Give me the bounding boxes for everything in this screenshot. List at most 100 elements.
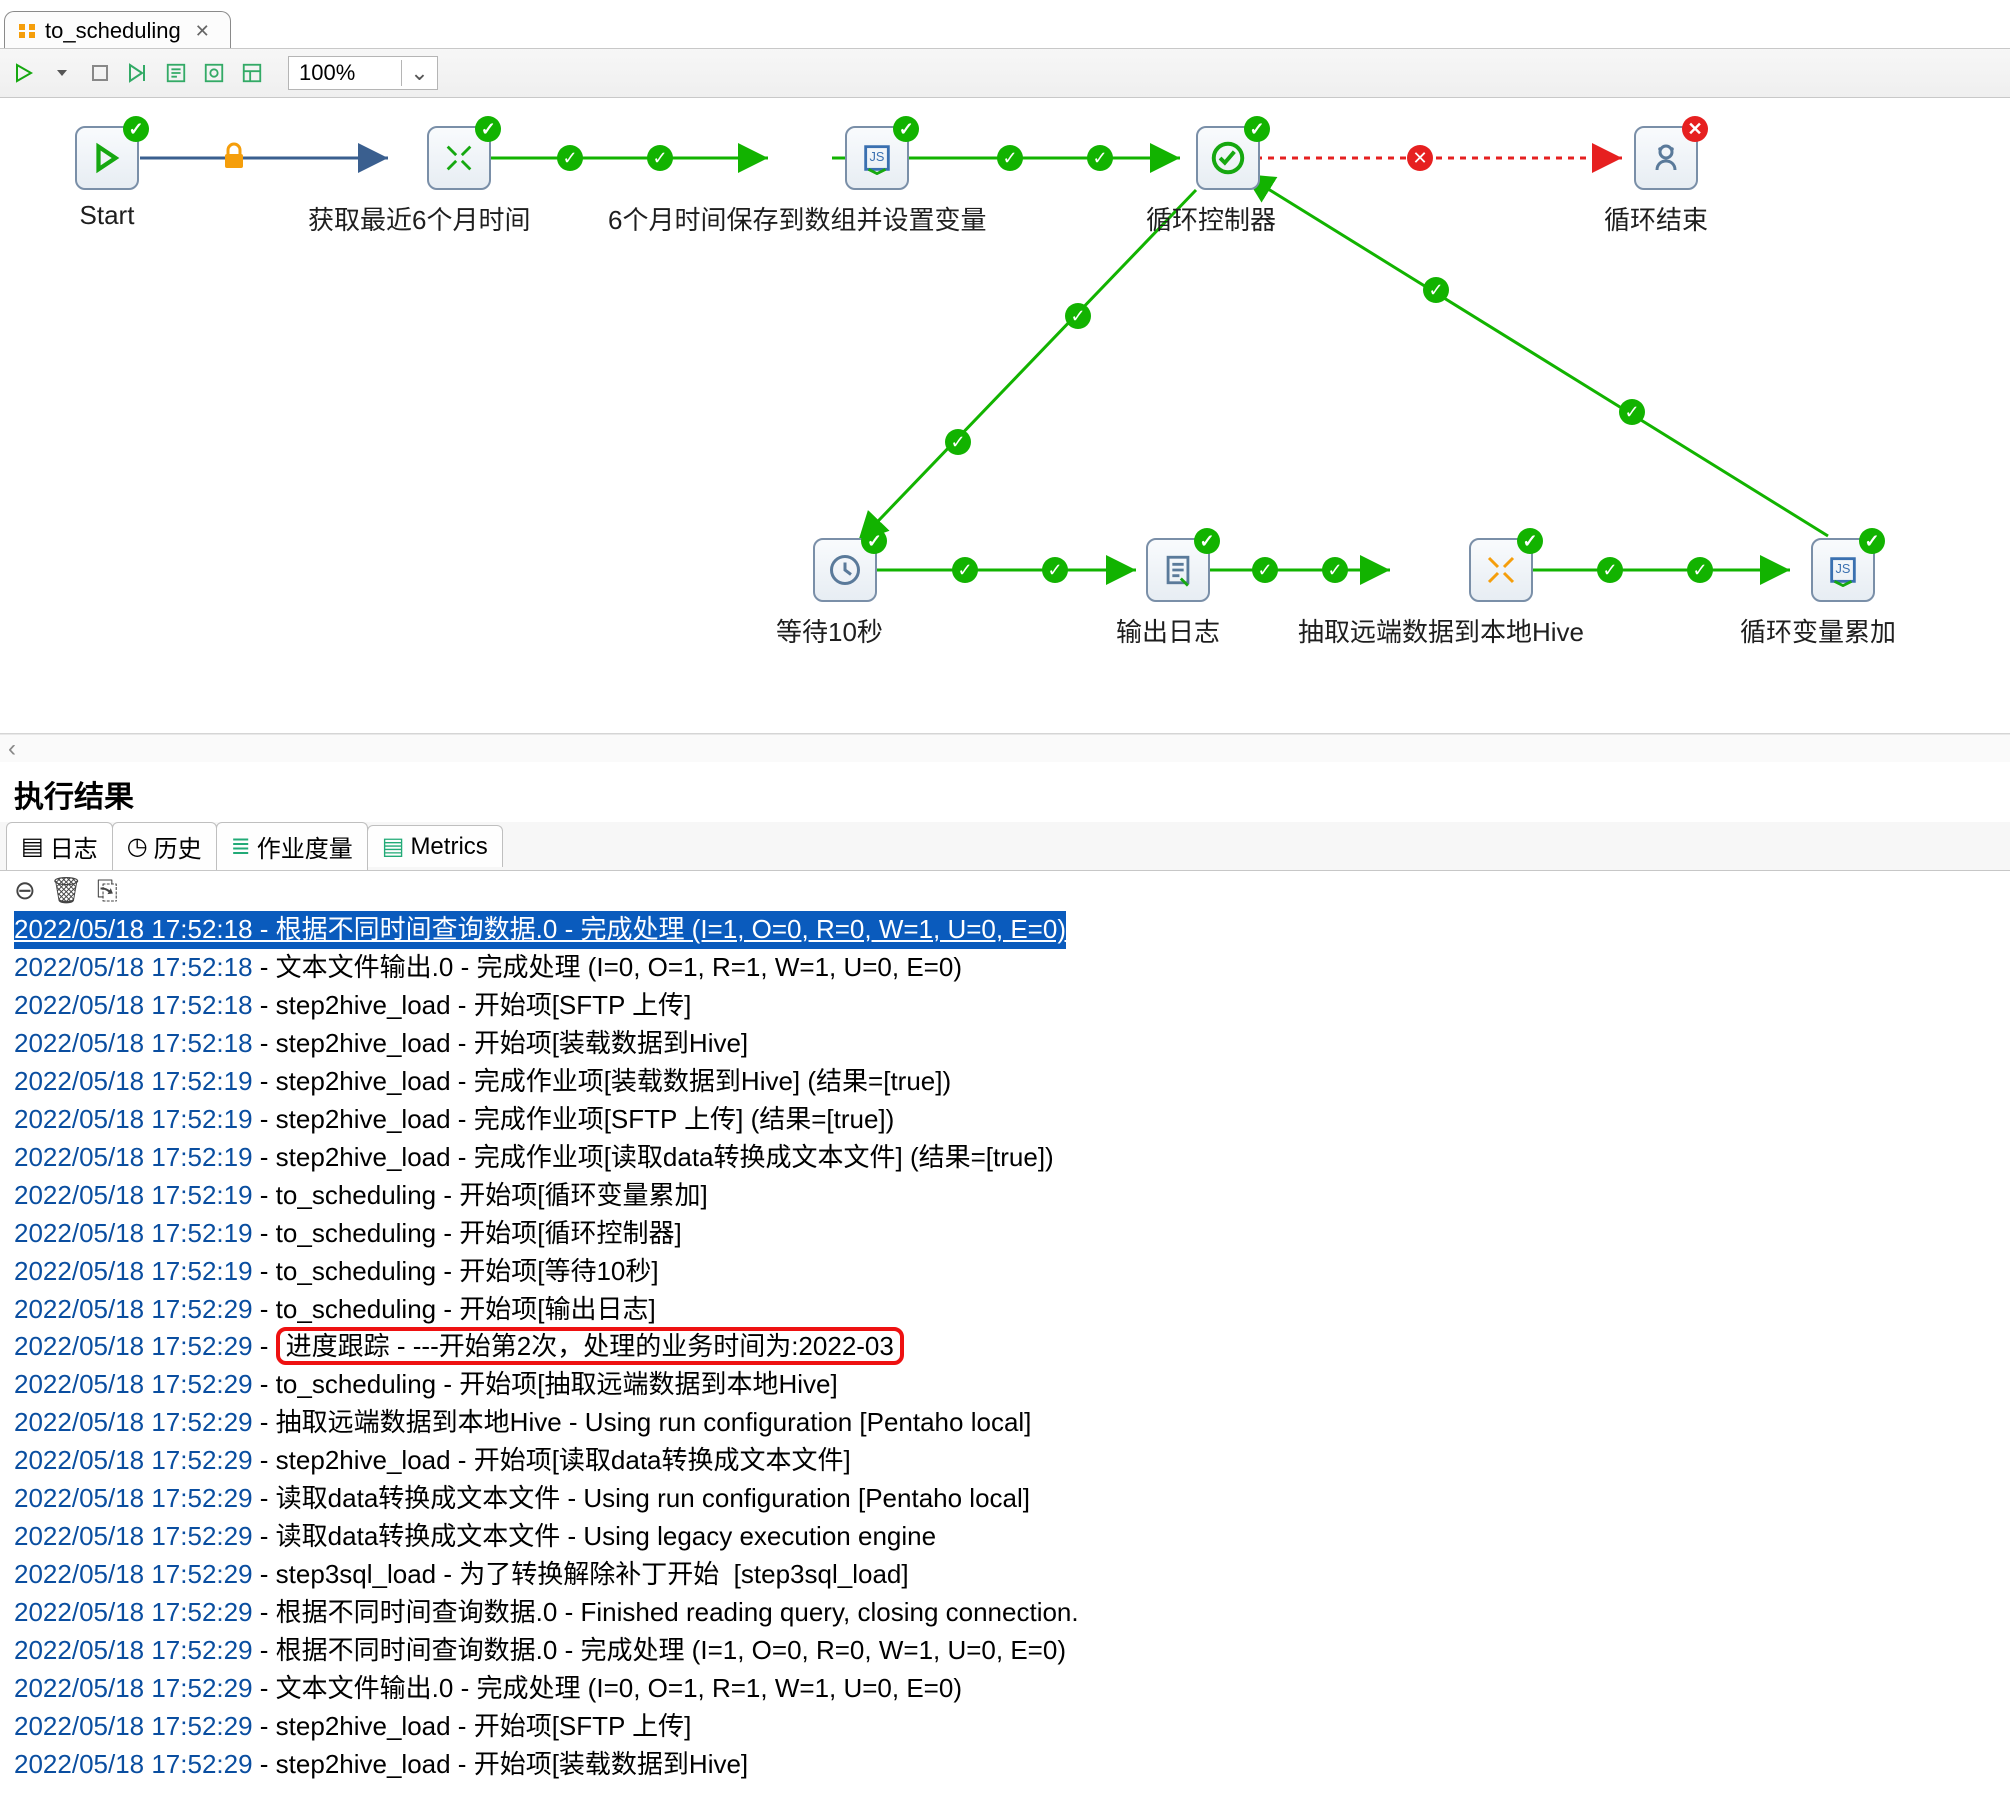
log-msg: step2hive_load - 完成作业项[装载数据到Hive] (结果=[t… bbox=[276, 1066, 951, 1096]
log-msg: step2hive_load - 开始项[装载数据到Hive] bbox=[276, 1749, 748, 1779]
chevron-down-icon: ⌄ bbox=[401, 60, 436, 86]
node-label: 抽取远端数据到本地Hive bbox=[1298, 612, 1584, 649]
bars-icon: ≣ bbox=[231, 832, 251, 861]
svg-text:✕: ✕ bbox=[1412, 148, 1427, 168]
hscroll-left-icon[interactable]: ‹ bbox=[0, 734, 2010, 762]
log-row[interactable]: 2022/05/18 17:52:19 - step2hive_load - 完… bbox=[14, 1101, 1996, 1139]
log-row[interactable]: 2022/05/18 17:52:29 - 根据不同时间查询数据.0 - Fin… bbox=[14, 1594, 1996, 1632]
node-incr[interactable]: JS✓ 循环变量累加 bbox=[1790, 538, 1896, 649]
node-label: 获取最近6个月时间 bbox=[308, 200, 530, 237]
node-label: 循环控制器 bbox=[1146, 200, 1276, 237]
log-ts: 2022/05/18 17:52:29 bbox=[14, 1559, 253, 1589]
svg-text:✓: ✓ bbox=[1070, 306, 1085, 326]
svg-text:✓: ✓ bbox=[1002, 148, 1017, 168]
log-row[interactable]: 2022/05/18 17:52:29 - step2hive_load - 开… bbox=[14, 1442, 1996, 1480]
log-row[interactable]: 2022/05/18 17:52:18 - step2hive_load - 开… bbox=[14, 987, 1996, 1025]
tab-title: to_scheduling bbox=[45, 18, 181, 44]
replay-button[interactable] bbox=[124, 59, 152, 87]
sql-button[interactable] bbox=[162, 59, 190, 87]
svg-text:✓: ✓ bbox=[562, 148, 577, 168]
node-label: Start bbox=[75, 200, 139, 231]
copy-icon[interactable]: ⎘ bbox=[97, 875, 118, 907]
log-ts: 2022/05/18 17:52:29 bbox=[14, 1597, 253, 1627]
log-ts: 2022/05/18 17:52:29 bbox=[14, 1369, 253, 1399]
svg-text:✓: ✓ bbox=[1692, 560, 1707, 580]
log-row[interactable]: 2022/05/18 17:52:19 - to_scheduling - 开始… bbox=[14, 1177, 1996, 1215]
log-ts: 2022/05/18 17:52:29 bbox=[14, 1635, 253, 1665]
log-row[interactable]: 2022/05/18 17:52:29 - step2hive_load - 开… bbox=[14, 1746, 1996, 1784]
log-row[interactable]: 2022/05/18 17:52:19 - to_scheduling - 开始… bbox=[14, 1253, 1996, 1291]
editor-tabbar: to_scheduling ✕ bbox=[0, 0, 2010, 48]
log-msg: 根据不同时间查询数据.0 - 完成处理 (I=1, O=0, R=0, W=1,… bbox=[276, 1635, 1066, 1665]
log-panel[interactable]: 2022/05/18 17:52:18 - 根据不同时间查询数据.0 - 完成处… bbox=[0, 911, 2010, 1798]
log-ts: 2022/05/18 17:52:18 bbox=[14, 1028, 253, 1058]
run-dropdown-icon[interactable] bbox=[48, 59, 76, 87]
svg-text:✓: ✓ bbox=[652, 148, 667, 168]
log-row[interactable]: 2022/05/18 17:52:19 - step2hive_load - 完… bbox=[14, 1139, 1996, 1177]
log-ts: 2022/05/18 17:52:18 bbox=[14, 990, 253, 1020]
log-row[interactable]: 2022/05/18 17:52:29 - 文本文件输出.0 - 完成处理 (I… bbox=[14, 1670, 1996, 1708]
log-row[interactable]: 2022/05/18 17:52:19 - step2hive_load - 完… bbox=[14, 1063, 1996, 1101]
log-msg: 读取data转换成文本文件 - Using legacy execution e… bbox=[276, 1521, 936, 1551]
log-ts: 2022/05/18 17:52:19 bbox=[14, 1180, 253, 1210]
canvas[interactable]: ✓ ✓ ✓ ✓ ✕ ✓ ✓ ✓ ✓ ✓ ✓ ✓ ✓ ✓ ✓ ✓ Start ✓ … bbox=[0, 98, 2010, 734]
log-row[interactable]: 2022/05/18 17:52:29 - step3sql_load - 为了… bbox=[14, 1556, 1996, 1594]
tab-job-metrics[interactable]: ≣作业度量 bbox=[216, 822, 368, 870]
log-row[interactable]: 2022/05/18 17:52:29 - 进度跟踪 - ---开始第2次，处理… bbox=[14, 1328, 1996, 1366]
node-label: 循环结束 bbox=[1604, 200, 1708, 237]
log-ts: 2022/05/18 17:52:18 bbox=[14, 952, 253, 982]
log-msg: 读取data转换成文本文件 - Using run configuration … bbox=[276, 1483, 1030, 1513]
svg-text:✓: ✓ bbox=[1257, 560, 1272, 580]
log-row[interactable]: 2022/05/18 17:52:29 - 抽取远端数据到本地Hive - Us… bbox=[14, 1404, 1996, 1442]
log-ts: 2022/05/18 17:52:19 bbox=[14, 1256, 253, 1286]
node-get-months[interactable]: ✓ 获取最近6个月时间 bbox=[388, 126, 530, 237]
node-log[interactable]: ✓ 输出日志 bbox=[1136, 538, 1220, 649]
log-ts: 2022/05/18 17:52:29 bbox=[14, 1711, 253, 1741]
svg-text:✓: ✓ bbox=[1092, 148, 1107, 168]
run-button[interactable] bbox=[10, 59, 38, 87]
node-loop-ctrl[interactable]: ✓ 循环控制器 bbox=[1180, 126, 1276, 237]
svg-text:✓: ✓ bbox=[950, 432, 965, 452]
reset-button[interactable] bbox=[200, 59, 228, 87]
node-loop-end[interactable]: ✕ 循环结束 bbox=[1624, 126, 1708, 237]
layout-button[interactable] bbox=[238, 59, 266, 87]
tab-log[interactable]: ▤日志 bbox=[6, 822, 113, 870]
log-row[interactable]: 2022/05/18 17:52:18 - step2hive_load - 开… bbox=[14, 1025, 1996, 1063]
flow-lines: ✓ ✓ ✓ ✓ ✕ ✓ ✓ ✓ ✓ ✓ ✓ ✓ ✓ ✓ ✓ bbox=[0, 98, 2010, 733]
log-ts: 2022/05/18 17:52:29 bbox=[14, 1521, 253, 1551]
log-ts: 2022/05/18 17:52:19 bbox=[14, 1104, 253, 1134]
stop-button[interactable] bbox=[86, 59, 114, 87]
log-row[interactable]: 2022/05/18 17:52:19 - to_scheduling - 开始… bbox=[14, 1215, 1996, 1253]
trash-icon[interactable]: 🗑 bbox=[50, 875, 83, 907]
svg-text:✓: ✓ bbox=[1428, 280, 1443, 300]
log-ts: 2022/05/18 17:52:19 bbox=[14, 1218, 253, 1248]
editor-tab[interactable]: to_scheduling ✕ bbox=[4, 11, 231, 48]
node-label: 6个月时间保存到数组并设置变量 bbox=[608, 200, 986, 237]
log-row[interactable]: 2022/05/18 17:52:29 - 读取data转换成文本文件 - Us… bbox=[14, 1518, 1996, 1556]
log-row[interactable]: 2022/05/18 17:52:29 - to_scheduling - 开始… bbox=[14, 1366, 1996, 1404]
toolbar: 100% ⌄ bbox=[0, 48, 2010, 98]
log-row[interactable]: 2022/05/18 17:52:29 - to_scheduling - 开始… bbox=[14, 1291, 1996, 1329]
clock-icon: ◷ bbox=[127, 832, 148, 861]
node-wait[interactable]: ✓ 等待10秒 bbox=[808, 538, 883, 649]
zoom-select[interactable]: 100% ⌄ bbox=[288, 56, 438, 90]
collapse-icon[interactable]: ⊖ bbox=[14, 875, 36, 907]
node-set-vars[interactable]: JS✓ 6个月时间保存到数组并设置变量 bbox=[768, 126, 986, 237]
svg-text:JS: JS bbox=[870, 149, 885, 164]
log-row[interactable]: 2022/05/18 17:52:18 - 根据不同时间查询数据.0 - 完成处… bbox=[14, 911, 1066, 949]
log-row[interactable]: 2022/05/18 17:52:18 - 文本文件输出.0 - 完成处理 (I… bbox=[14, 949, 1996, 987]
node-start[interactable]: ✓ Start bbox=[75, 126, 139, 231]
node-hive[interactable]: ✓ 抽取远端数据到本地Hive bbox=[1418, 538, 1584, 649]
log-row[interactable]: 2022/05/18 17:52:29 - step2hive_load - 开… bbox=[14, 1708, 1996, 1746]
close-icon[interactable]: ✕ bbox=[195, 21, 210, 42]
log-row[interactable]: 2022/05/18 17:52:29 - 读取data转换成文本文件 - Us… bbox=[14, 1480, 1996, 1518]
log-row[interactable]: 2022/05/18 17:52:29 - 根据不同时间查询数据.0 - 完成处… bbox=[14, 1632, 1996, 1670]
log-ts: 2022/05/18 17:52:29 bbox=[14, 1331, 253, 1361]
log-ts: 2022/05/18 17:52:29 bbox=[14, 1445, 253, 1475]
tab-history[interactable]: ◷历史 bbox=[112, 822, 217, 870]
tab-metrics[interactable]: ▤Metrics bbox=[367, 825, 503, 867]
log-ts: 2022/05/18 17:52:29 bbox=[14, 1407, 253, 1437]
log-msg: step3sql_load - 为了转换解除补丁开始 [step3sql_loa… bbox=[276, 1559, 909, 1589]
chart-icon: ▤ bbox=[382, 832, 405, 861]
log-msg: 根据不同时间查询数据.0 - Finished reading query, c… bbox=[276, 1597, 1079, 1627]
